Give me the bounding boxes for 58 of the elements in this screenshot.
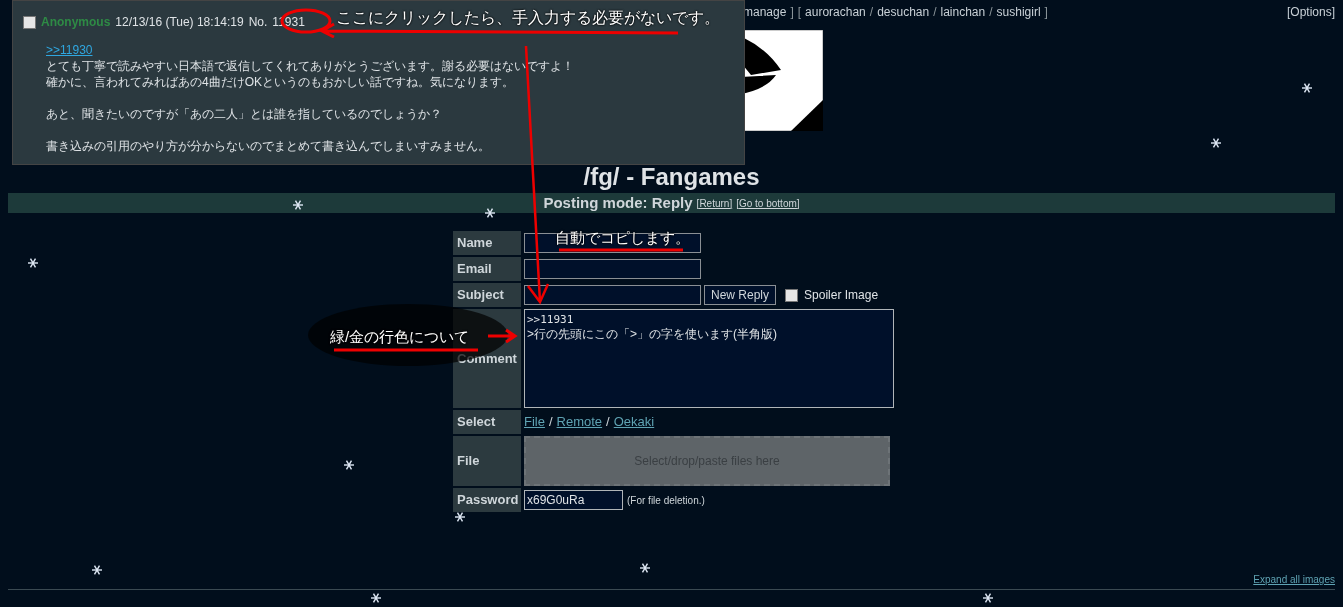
board-link[interactable]: sushigirl bbox=[996, 3, 1041, 21]
snowflake-icon bbox=[484, 207, 496, 219]
field-label: Password bbox=[453, 488, 521, 512]
post-date: 12/13/16 (Tue) 18:14:19 bbox=[115, 14, 244, 31]
bracket-text: ] bbox=[790, 4, 794, 21]
post-text: あと、聞きたいのですが「あの二人」とは誰を指しているのでしょうか？ bbox=[46, 106, 442, 122]
separator-text: / bbox=[989, 4, 993, 21]
board-link[interactable]: aurorachan bbox=[805, 3, 866, 21]
select-link[interactable]: Remote bbox=[556, 412, 603, 432]
separator-text: / bbox=[933, 4, 937, 21]
board-title: /fg/ - Fangames bbox=[582, 164, 761, 190]
board-link[interactable]: lainchan bbox=[940, 3, 986, 21]
nav-link[interactable]: [Go to bottom] bbox=[736, 195, 800, 211]
separator-text: / bbox=[548, 413, 553, 432]
post-number-label: No. bbox=[248, 14, 268, 31]
post-text: 書き込みの引用のやり方が分からないのでまとめて書き込んでしまいすみません。 bbox=[46, 138, 490, 154]
separator-text: / bbox=[869, 4, 874, 21]
snowflake-icon bbox=[1301, 82, 1313, 94]
snowflake-icon bbox=[1210, 137, 1222, 149]
field-label: Select bbox=[453, 410, 521, 434]
select-link[interactable]: Oekaki bbox=[613, 412, 655, 432]
snowflake-icon bbox=[454, 511, 466, 523]
annotation-text: 緑/金の行色について bbox=[330, 327, 470, 347]
spoiler-checkbox[interactable] bbox=[785, 288, 799, 302]
field-label: Email bbox=[453, 257, 521, 281]
post-text: 確かに、言われてみればあの4曲だけOKというのもおかしい話ですね。気になります。 bbox=[46, 74, 514, 90]
email-input[interactable] bbox=[524, 259, 701, 279]
snowflake-icon bbox=[982, 592, 994, 604]
annotation-arrow bbox=[486, 328, 518, 344]
field-label: Subject bbox=[453, 283, 521, 307]
password-note: (For file deletion.) bbox=[627, 493, 705, 508]
comment-textarea[interactable]: >>11931 >行の先頭にこの「>」の字を使います(半角版) bbox=[524, 309, 894, 408]
password-input[interactable]: x69G0uRa bbox=[524, 490, 623, 510]
snowflake-icon bbox=[343, 459, 355, 471]
new-reply-button[interactable]: New Reply bbox=[704, 285, 777, 305]
annotation-text: ここにクリックしたら、手入力する必要がないです。 bbox=[336, 9, 720, 27]
snowflake-icon bbox=[639, 562, 651, 574]
spoiler-label: Spoiler Image bbox=[804, 287, 879, 304]
quote-link[interactable]: >>11930 bbox=[46, 42, 93, 58]
post-checkbox[interactable] bbox=[23, 15, 36, 29]
bracket-text: [ bbox=[797, 4, 802, 21]
separator-text: / bbox=[606, 413, 610, 432]
subject-input[interactable] bbox=[524, 285, 701, 305]
posting-mode-text: Posting mode: Reply bbox=[543, 192, 693, 213]
field-label: File bbox=[453, 436, 521, 486]
snowflake-icon bbox=[370, 592, 382, 604]
annotation-text: 自動でコピします。 bbox=[555, 229, 690, 246]
board-link[interactable]: desuchan bbox=[877, 3, 930, 21]
snowflake-icon bbox=[27, 257, 39, 269]
poster-name: Anonymous bbox=[41, 14, 111, 31]
select-link[interactable]: File bbox=[524, 412, 545, 432]
snowflake-icon bbox=[292, 199, 304, 211]
expand-images-link[interactable]: Expand all images bbox=[1253, 572, 1335, 587]
nav-link[interactable]: [Return] bbox=[696, 195, 733, 211]
options-link[interactable]: [Options] bbox=[1286, 3, 1335, 21]
bracket-text: ] bbox=[1044, 4, 1048, 21]
field-label: Name bbox=[453, 231, 521, 255]
snowflake-icon bbox=[91, 564, 103, 576]
